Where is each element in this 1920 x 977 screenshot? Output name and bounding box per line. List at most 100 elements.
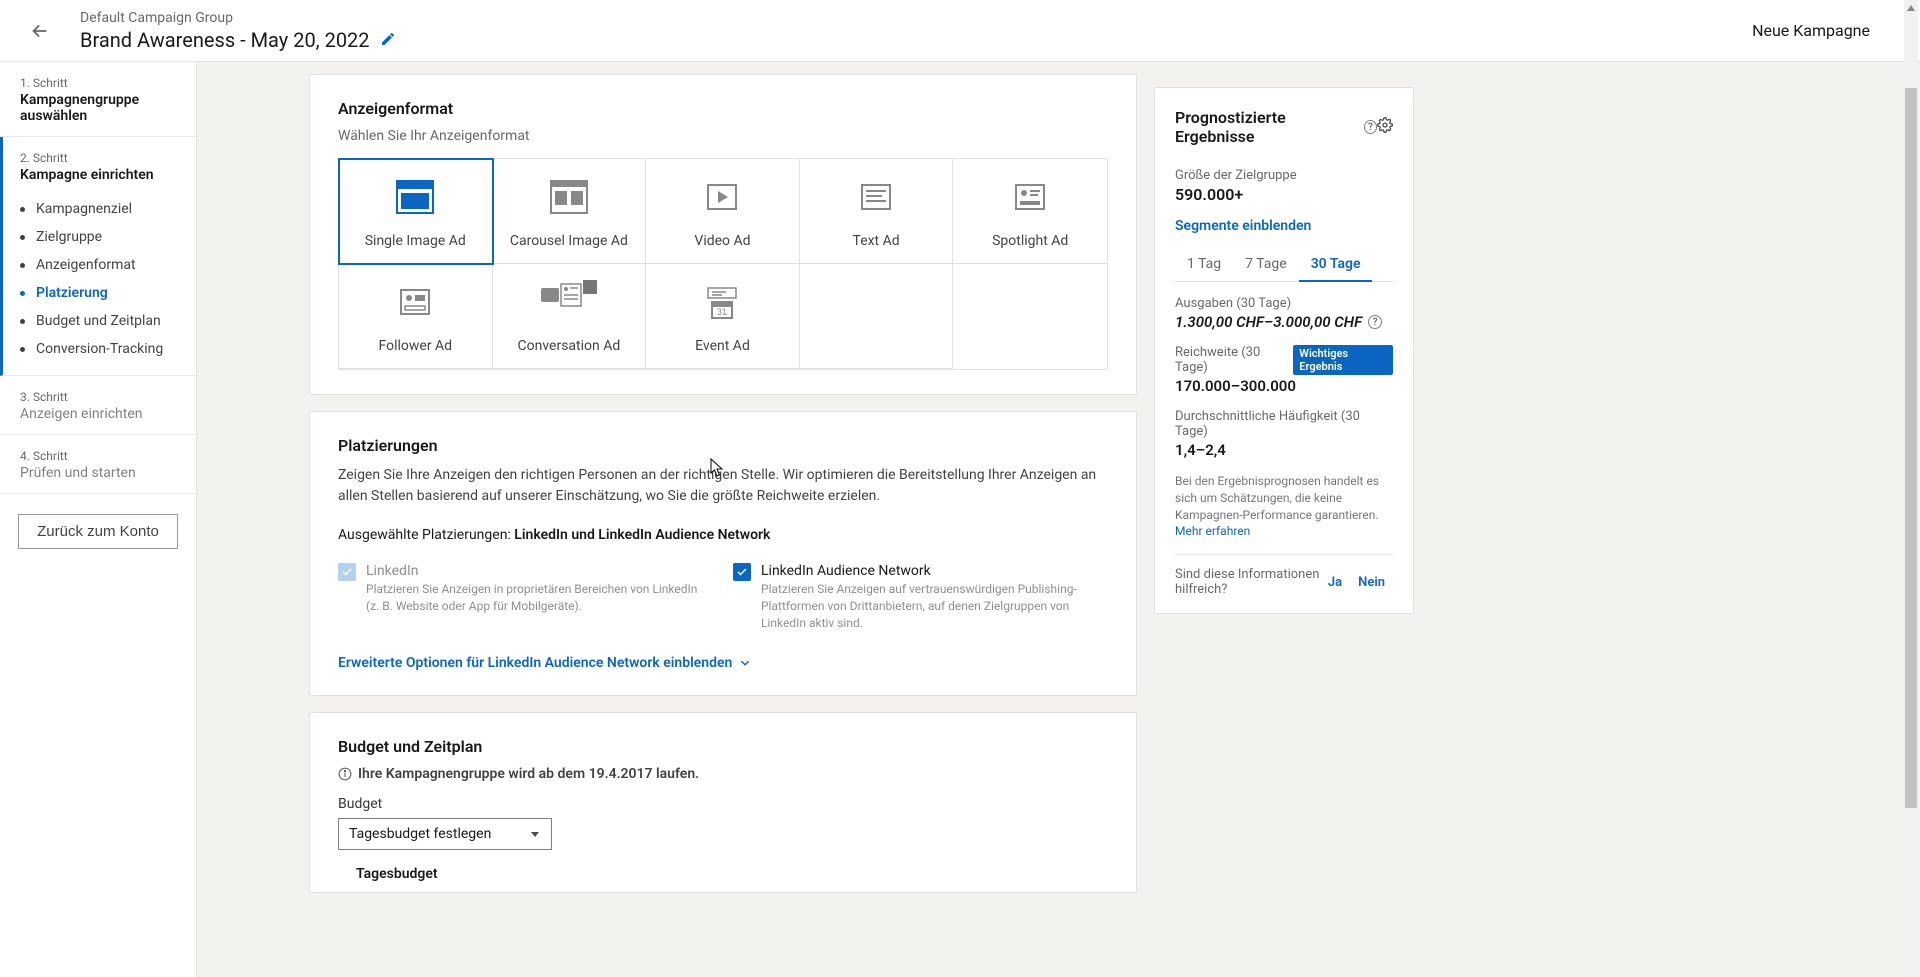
campaign-name: Brand Awareness - May 20, 2022 bbox=[80, 28, 370, 52]
placement-options: LinkedIn Platzieren Sie Anzeigen in prop… bbox=[338, 563, 1108, 631]
spend-value: 1.300,00 CHF–3.000,00 CHF bbox=[1175, 313, 1362, 331]
follower-ad-icon bbox=[395, 280, 435, 324]
helpful-no[interactable]: Nein bbox=[1350, 575, 1393, 590]
chevron-down-icon bbox=[738, 656, 752, 670]
format-label: Follower Ad bbox=[379, 338, 453, 354]
caret-up-icon bbox=[1906, 3, 1916, 13]
format-conversation[interactable]: Conversation Ad bbox=[493, 264, 647, 369]
event-ad-icon: 31 bbox=[702, 280, 742, 324]
back-to-account-button[interactable]: Zurück zum Konto bbox=[18, 514, 178, 549]
arrow-left-icon bbox=[29, 20, 51, 42]
left-sidebar: 1. Schritt Kampagnengruppe auswählen 2. … bbox=[0, 62, 197, 977]
ad-format-grid: Single Image Ad Carousel Image Ad Video … bbox=[338, 158, 1108, 370]
reach-label: Reichweite (30 Tage) bbox=[1175, 345, 1287, 375]
ad-format-title: Anzeigenformat bbox=[338, 99, 1108, 118]
budget-info-text: Ihre Kampagnengruppe wird ab dem 19.4.20… bbox=[358, 766, 699, 782]
step-label: 1. Schritt bbox=[20, 76, 178, 90]
main-content: Anzeigenformat Wählen Sie Ihr Anzeigenfo… bbox=[197, 62, 1920, 977]
carousel-image-ad-icon bbox=[549, 175, 589, 219]
budget-type-select[interactable]: Tagesbudget festlegen bbox=[338, 818, 552, 850]
placements-selected-value: LinkedIn und LinkedIn Audience Network bbox=[514, 527, 770, 543]
placement-option-title: LinkedIn bbox=[366, 563, 713, 579]
placements-description: Zeigen Sie Ihre Anzeigen den richtigen P… bbox=[338, 465, 1108, 507]
single-image-ad-icon bbox=[395, 175, 435, 219]
budget-title: Budget und Zeitplan bbox=[338, 737, 1108, 756]
spend-label: Ausgaben (30 Tage) bbox=[1175, 296, 1393, 311]
checkbox-audience-network[interactable] bbox=[733, 563, 751, 581]
format-follower[interactable]: Follower Ad bbox=[339, 264, 493, 369]
budget-card: Budget und Zeitplan Ihre Kampagnengruppe… bbox=[309, 712, 1137, 893]
svg-text:31: 31 bbox=[717, 307, 727, 317]
scrollbar-thumb[interactable] bbox=[1905, 88, 1917, 808]
substep-kampagnenziel[interactable]: Kampagnenziel bbox=[20, 195, 178, 223]
forecast-title: Prognostizierte Ergebnisse bbox=[1175, 108, 1360, 146]
scroll-up-arrow[interactable] bbox=[1905, 2, 1917, 14]
learn-more-link[interactable]: Mehr erfahren bbox=[1175, 524, 1250, 538]
format-text[interactable]: Text Ad bbox=[800, 159, 954, 264]
scrollbar-track[interactable] bbox=[1904, 0, 1918, 977]
step-title: Kampagne einrichten bbox=[20, 167, 178, 183]
format-empty bbox=[953, 264, 1107, 369]
forecast-title-row: Prognostizierte Ergebnisse ? bbox=[1175, 108, 1377, 146]
helpful-yes[interactable]: Ja bbox=[1320, 575, 1350, 590]
substep-budget[interactable]: Budget und Zeitplan bbox=[20, 307, 178, 335]
step-label: 3. Schritt bbox=[20, 390, 178, 404]
info-icon bbox=[338, 767, 352, 781]
placement-option-desc: Platzieren Sie Anzeigen in proprietären … bbox=[366, 581, 713, 615]
help-icon[interactable]: ? bbox=[1368, 315, 1382, 329]
campaign-name-row: Brand Awareness - May 20, 2022 bbox=[80, 28, 1752, 52]
caret-down-icon bbox=[529, 828, 541, 840]
new-campaign-link[interactable]: Neue Kampagne bbox=[1752, 21, 1900, 40]
helpful-feedback: Sind diese Informationen hilfreich? Ja N… bbox=[1175, 554, 1393, 597]
format-label: Spotlight Ad bbox=[992, 233, 1068, 249]
back-arrow-button[interactable] bbox=[20, 11, 60, 51]
campaign-group-name: Default Campaign Group bbox=[80, 9, 1752, 27]
step-1[interactable]: 1. Schritt Kampagnengruppe auswählen bbox=[0, 62, 196, 137]
forecast-disclaimer: Bei den Ergebnisprognosen handelt es sic… bbox=[1175, 473, 1393, 540]
format-carousel[interactable]: Carousel Image Ad bbox=[493, 159, 647, 264]
format-video[interactable]: Video Ad bbox=[646, 159, 800, 264]
placements-selected-label: Ausgewählte Platzierungen: bbox=[338, 527, 514, 543]
check-icon bbox=[341, 566, 353, 578]
step-4[interactable]: 4. Schritt Prüfen und starten bbox=[0, 435, 196, 494]
step-3[interactable]: 3. Schritt Anzeigen einrichten bbox=[0, 376, 196, 435]
tab-7-days[interactable]: 7 Tage bbox=[1233, 250, 1299, 281]
substep-list: Kampagnenziel Zielgruppe Anzeigenformat … bbox=[20, 195, 178, 363]
expand-link-text: Erweiterte Optionen für LinkedIn Audienc… bbox=[338, 655, 732, 671]
select-value: Tagesbudget festlegen bbox=[349, 826, 491, 842]
step-title: Prüfen und starten bbox=[20, 465, 178, 481]
tab-30-days[interactable]: 30 Tage bbox=[1299, 250, 1373, 282]
forecast-settings-button[interactable] bbox=[1377, 117, 1393, 137]
format-label: Event Ad bbox=[695, 338, 750, 354]
format-single-image[interactable]: Single Image Ad bbox=[339, 159, 493, 264]
disclaimer-text: Bei den Ergebnisprognosen handelt es sic… bbox=[1175, 474, 1379, 522]
conversation-ad-icon bbox=[541, 280, 597, 324]
checkbox-locked bbox=[338, 563, 356, 581]
format-label: Conversation Ad bbox=[518, 338, 621, 354]
step-2[interactable]: 2. Schritt Kampagne einrichten Kampagnen… bbox=[0, 137, 196, 376]
placement-option-title: LinkedIn Audience Network bbox=[761, 563, 1108, 579]
substep-platzierung[interactable]: Platzierung bbox=[20, 279, 178, 307]
budget-info-line: Ihre Kampagnengruppe wird ab dem 19.4.20… bbox=[338, 766, 1108, 782]
frequency-label: Durchschnittliche Häufigkeit (30 Tage) bbox=[1175, 409, 1393, 439]
audience-size-value: 590.000+ bbox=[1175, 185, 1393, 204]
audience-size-label: Größe der Zielgruppe bbox=[1175, 168, 1393, 183]
format-spotlight[interactable]: Spotlight Ad bbox=[953, 159, 1107, 264]
ad-format-subtitle: Wählen Sie Ihr Anzeigenformat bbox=[338, 128, 1108, 144]
help-icon[interactable]: ? bbox=[1364, 120, 1377, 134]
show-segments-link[interactable]: Segmente einblenden bbox=[1175, 218, 1393, 234]
expand-audience-network-options[interactable]: Erweiterte Optionen für LinkedIn Audienc… bbox=[338, 655, 752, 671]
placement-audience-network: LinkedIn Audience Network Platzieren Sie… bbox=[733, 563, 1108, 631]
edit-campaign-name-button[interactable] bbox=[380, 28, 396, 52]
substep-anzeigenformat[interactable]: Anzeigenformat bbox=[20, 251, 178, 279]
format-empty bbox=[800, 264, 954, 369]
format-label: Carousel Image Ad bbox=[510, 233, 628, 249]
substep-zielgruppe[interactable]: Zielgruppe bbox=[20, 223, 178, 251]
placements-title: Platzierungen bbox=[338, 436, 1108, 455]
frequency-stat: Durchschnittliche Häufigkeit (30 Tage) 1… bbox=[1175, 409, 1393, 459]
spend-stat: Ausgaben (30 Tage) 1.300,00 CHF–3.000,00… bbox=[1175, 296, 1393, 331]
substep-conversion[interactable]: Conversion-Tracking bbox=[20, 335, 178, 363]
tab-1-day[interactable]: 1 Tag bbox=[1175, 250, 1233, 281]
format-event[interactable]: 31 Event Ad bbox=[646, 264, 800, 369]
format-label: Single Image Ad bbox=[365, 233, 466, 249]
